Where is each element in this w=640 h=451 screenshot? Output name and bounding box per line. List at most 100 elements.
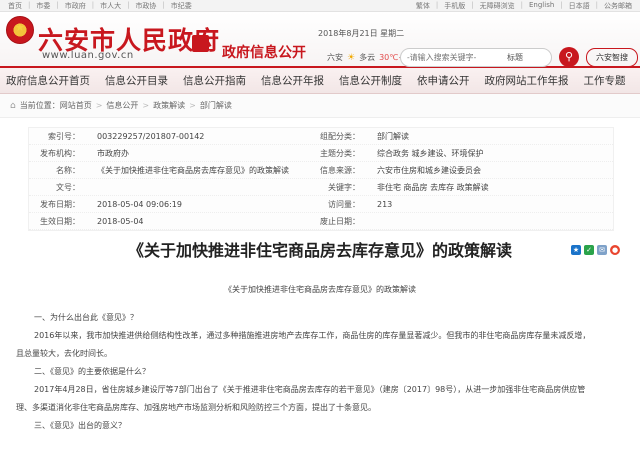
smart-search-button[interactable]: 六安智搜	[586, 48, 638, 67]
metadata-key: 信息来源：	[320, 165, 360, 175]
breadcrumb-item[interactable]: 部门解读	[200, 101, 232, 110]
breadcrumb-arrow-icon: >	[95, 101, 103, 110]
national-emblem-icon	[6, 16, 34, 44]
top-link[interactable]: 首页	[8, 1, 22, 11]
top-link[interactable]: 市委	[36, 1, 50, 11]
top-link[interactable]: 手机版	[444, 1, 465, 11]
breadcrumb: ⌂ 当前位置： 网站首页 > 信息公开 > 政策解读 > 部门解读	[0, 94, 640, 118]
site-url: www.luan.gov.cn	[42, 50, 134, 61]
separator: |	[28, 0, 31, 9]
separator: |	[595, 0, 598, 9]
top-link[interactable]: 繁体	[416, 1, 430, 11]
breadcrumb-arrow-icon: >	[142, 101, 150, 110]
search-button[interactable]: ⚲	[559, 47, 579, 67]
metadata-key: 发布机构：	[40, 148, 80, 158]
top-link[interactable]: 市政协	[135, 1, 156, 11]
article-title: 《关于加快推进非住宅商品房去库存意见》的政策解读	[127, 241, 512, 260]
metadata-value: 六安市住房和城乡建设委员会	[377, 165, 481, 175]
main-nav: 政府信息公开首页 信息公开目录 信息公开指南 信息公开年报 信息公开制度 依申请公开 政府网…	[0, 66, 640, 94]
metadata-key: 名称：	[56, 165, 80, 175]
cloudy-icon: ☀	[347, 52, 356, 63]
metadata-key: 关键字：	[328, 182, 360, 192]
share-wechat-icon[interactable]: ✓	[584, 245, 594, 255]
home-icon: ⌂	[10, 100, 16, 111]
top-links-right: 繁体 | 手机版 | 无障碍浏览 | English | 日本語 | 公务邮箱	[416, 1, 632, 11]
article-paragraph: 2016年以来，我市加快推进供给侧结构性改革，通过多种措施推进房地产去库存工作，…	[34, 331, 591, 340]
metadata-value: 213	[377, 199, 393, 209]
site-header: 六安市人民政府 www.luan.gov.cn 政府信息公开 2018年8月21…	[0, 12, 640, 67]
metadata-value: 部门解读	[377, 131, 409, 141]
nav-item[interactable]: 信息公开制度	[339, 73, 402, 88]
share-bar: ★ ✓ ✉ ●	[571, 245, 620, 255]
metadata-key: 生效日期：	[40, 216, 80, 226]
breadcrumb-arrow-icon: >	[189, 101, 196, 110]
nav-item[interactable]: 工作专题	[584, 73, 626, 88]
breadcrumb-items: 网站首页 > 信息公开 > 政策解读 > 部门解读	[60, 100, 232, 111]
top-link[interactable]: 无障碍浏览	[480, 1, 515, 11]
article-subtitle: 《关于加快推进非住宅商品房去库存意见》的政策解读	[224, 285, 416, 294]
metadata-value: 2018-05-04 09:06:19	[97, 199, 182, 209]
separator: |	[560, 0, 563, 9]
metadata-value: 2018-05-04	[97, 216, 144, 226]
metadata-value: 综合政务 城乡建设、环境保护	[377, 148, 484, 158]
separator: |	[56, 0, 59, 9]
top-link[interactable]: 市人大	[100, 1, 121, 11]
metadata-key: 主题分类：	[320, 148, 360, 158]
metadata-key: 索引号：	[48, 131, 80, 141]
metadata-value: 市政府办	[97, 148, 129, 158]
article-paragraph: 理、多渠道消化非住宅商品房库存、加强房地产市场监测分析和风险防控三个方面，提出了…	[16, 403, 376, 412]
separator: |	[162, 0, 165, 9]
metadata-row: 索引号： 003229257/201807-00142 组配分类： 部门解读	[29, 128, 613, 145]
article-title-row: 《关于加快推进非住宅商品房去库存意见》的政策解读 ★ ✓ ✉ ●	[0, 239, 640, 263]
metadata-key: 发布日期：	[40, 199, 80, 209]
metadata-key: 组配分类：	[320, 131, 360, 141]
current-date: 2018年8月21日 星期二	[318, 29, 405, 38]
share-tqq-icon[interactable]: ✉	[597, 245, 607, 255]
separator: |	[435, 0, 439, 9]
top-link[interactable]: 日本語	[569, 1, 590, 11]
metadata-key: 访问量：	[328, 199, 360, 209]
metadata-value: 《关于加快推进非住宅商品房去库存意见》的政策解读	[97, 165, 289, 175]
top-link[interactable]: 市纪委	[171, 1, 192, 11]
article-body: 一、为什么出台此《意见》？ 2016年以来，我市加快推进供给侧结构性改革，通过多种…	[16, 309, 624, 435]
section-title: 政府信息公开	[222, 45, 306, 61]
nav-item[interactable]: 信息公开目录	[105, 73, 168, 88]
top-link[interactable]: English	[529, 1, 554, 11]
share-weibo-icon[interactable]: ●	[610, 245, 620, 255]
separator: |	[127, 0, 130, 9]
top-link[interactable]: 市政府	[65, 1, 86, 11]
share-qzone-icon[interactable]: ★	[571, 245, 581, 255]
article-paragraph: 一、为什么出台此《意见》？	[34, 313, 138, 322]
metadata-row: 发布日期： 2018-05-04 09:06:19 访问量： 213	[29, 196, 613, 213]
article-paragraph: 二、《意见》的主要依据是什么？	[34, 367, 150, 376]
nav-item[interactable]: 依申请公开	[417, 73, 470, 88]
metadata-row: 文号： 关键字： 非住宅 商品房 去库存 政策解读	[29, 179, 613, 196]
search-box: 标题	[400, 48, 552, 67]
breadcrumb-item[interactable]: 政策解读	[153, 101, 185, 110]
seal-logo	[192, 35, 209, 52]
metadata-value: 非住宅 商品房 去库存 政策解读	[377, 182, 489, 192]
breadcrumb-item[interactable]: 信息公开	[106, 101, 138, 110]
article-paragraph: 三、《意见》出台的意义？	[34, 421, 126, 430]
nav-item[interactable]: 政府网站工作年报	[485, 73, 569, 88]
metadata-row: 发布机构： 市政府办 主题分类： 综合政务 城乡建设、环境保护	[29, 145, 613, 162]
weather-city: 六安	[327, 53, 343, 62]
nav-item[interactable]: 信息公开年报	[261, 73, 324, 88]
top-link[interactable]: 公务邮箱	[604, 1, 632, 11]
weather-widget: 六安 ☀ 多云 30℃~	[327, 52, 405, 63]
nav-item[interactable]: 信息公开指南	[183, 73, 246, 88]
separator: |	[471, 0, 474, 9]
search-scope-select[interactable]: 标题	[507, 52, 523, 63]
breadcrumb-label: 当前位置：	[19, 101, 60, 110]
metadata-key: 文号：	[56, 182, 80, 192]
metadata-key: 废止日期：	[320, 216, 360, 226]
breadcrumb-item[interactable]: 网站首页	[60, 101, 92, 110]
article-paragraph: 2017年4月28日，省住房城乡建设厅等7部门出台了《关于推进非住宅商品房去库存…	[34, 385, 586, 394]
nav-item[interactable]: 政府信息公开首页	[6, 73, 90, 88]
weather-condition: 多云	[359, 53, 376, 62]
search-input[interactable]	[407, 53, 503, 62]
top-utility-bar: 首页 | 市委 | 市政府 | 市人大 | 市政协 | 市纪委 繁体 | 手机版 | 无障碍浏览 | Engli…	[0, 0, 640, 12]
metadata-row: 生效日期： 2018-05-04 废止日期：	[29, 213, 613, 230]
article-paragraph: 且总量较大，去化时间长。	[16, 349, 112, 358]
metadata-row: 名称： 《关于加快推进非住宅商品房去库存意见》的政策解读 信息来源： 六安市住房和城乡…	[29, 162, 613, 179]
